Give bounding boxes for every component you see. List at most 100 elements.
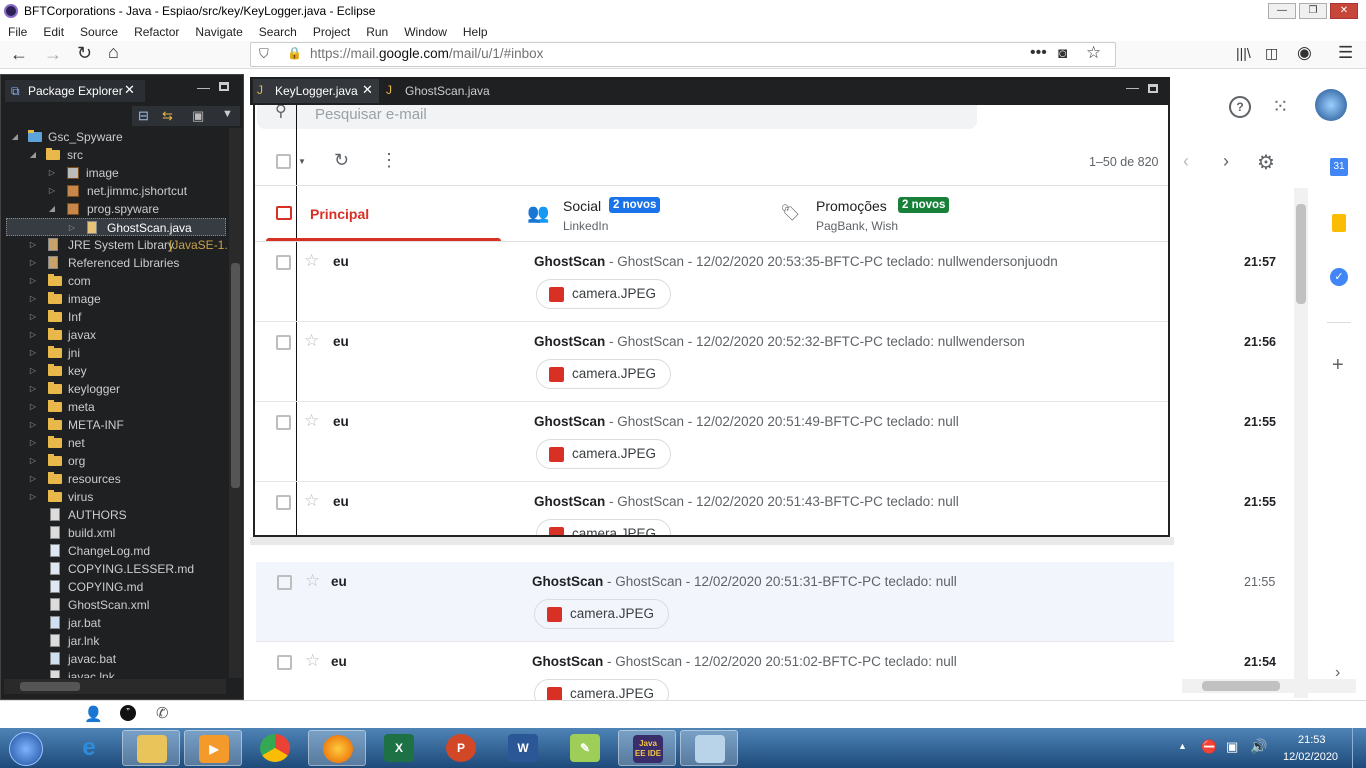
tree-item-prog-spyware[interactable]: ◢ prog.spyware — [47, 200, 227, 218]
chevron-left-icon[interactable]: ‹ — [1183, 151, 1189, 172]
refresh-icon[interactable]: ↻ — [334, 150, 349, 171]
tree-item-org[interactable]: ▷ org — [28, 452, 228, 470]
menu-edit[interactable]: Edit — [35, 25, 72, 39]
tasks-icon[interactable]: ✓ — [1330, 268, 1348, 286]
tab-keylogger-java[interactable]: J KeyLogger.java ✕ — [253, 79, 379, 103]
tree-item-changelog[interactable]: ChangeLog.md — [48, 542, 228, 560]
explorer-vertical-scrollbar[interactable] — [229, 128, 242, 678]
star-icon[interactable]: ☆ — [305, 651, 320, 671]
attachment-chip[interactable]: camera.JPEG — [534, 599, 669, 629]
explorer-horizontal-scrollbar[interactable] — [4, 679, 226, 694]
view-menu-icon[interactable]: ▼ — [222, 108, 233, 120]
search-box[interactable]: ⚲ Pesquisar e-mail — [257, 105, 977, 129]
taskbar-powerpoint[interactable]: P — [432, 730, 490, 766]
email-row[interactable]: ☆ eu GhostScan - GhostScan - 12/02/2020 … — [255, 242, 1168, 322]
apps-grid-icon[interactable]: ⁙ — [1272, 94, 1289, 119]
tree-item-meta[interactable]: ▷ meta — [28, 398, 228, 416]
show-desktop-button[interactable] — [1352, 728, 1366, 768]
taskbar-chrome[interactable] — [246, 730, 304, 766]
sidebar-icon[interactable]: ◫ — [1265, 45, 1278, 62]
tab-ghostscan-java[interactable]: J GhostScan.java — [382, 79, 492, 103]
account-icon[interactable]: ◉ — [1297, 43, 1312, 63]
scrollbar-thumb[interactable] — [1202, 681, 1280, 691]
tray-icon-1[interactable]: ⛔ — [1201, 739, 1217, 755]
scrollbar-thumb[interactable] — [20, 682, 80, 691]
library-icon[interactable]: |||\ — [1236, 45, 1251, 61]
taskbar-app[interactable] — [680, 730, 738, 766]
email-checkbox[interactable] — [277, 655, 292, 670]
chevron-down-icon[interactable]: ▼ — [298, 157, 306, 166]
taskbar-excel[interactable]: X — [370, 730, 428, 766]
minimize-editor-icon[interactable]: — — [1126, 80, 1139, 95]
tree-item-src[interactable]: ◢ src — [28, 146, 228, 164]
tree-item-jni[interactable]: ▷ jni — [28, 344, 228, 362]
taskbar-word[interactable]: W — [494, 730, 552, 766]
search-icon[interactable]: ⚲ — [275, 105, 287, 121]
star-icon[interactable]: ☆ — [305, 571, 320, 591]
gmail-vertical-scrollbar[interactable] — [1294, 188, 1308, 698]
attachment-chip[interactable]: camera.JPEG — [534, 679, 669, 700]
scrollbar-thumb[interactable] — [1296, 204, 1306, 304]
email-row[interactable]: ☆ eu GhostScan - GhostScan - 12/02/2020 … — [255, 482, 1168, 535]
tree-item-meta-inf[interactable]: ▷ META-INF — [28, 416, 228, 434]
taskbar-firefox[interactable] — [308, 730, 366, 766]
volume-icon[interactable]: 🔊 — [1250, 738, 1267, 755]
start-button[interactable] — [2, 730, 50, 766]
menu-window[interactable]: Window — [396, 25, 455, 39]
hamburger-menu-icon[interactable]: ☰ — [1338, 43, 1353, 63]
attachment-chip[interactable]: camera.JPEG — [536, 279, 671, 309]
help-icon[interactable]: ? — [1229, 96, 1251, 118]
link-editor-icon[interactable]: ⇆ — [162, 108, 173, 124]
attachment-chip[interactable]: camera.JPEG — [536, 439, 671, 469]
email-row[interactable]: ☆ eu GhostScan - GhostScan - 12/02/2020 … — [255, 322, 1168, 402]
menu-navigate[interactable]: Navigate — [187, 25, 250, 39]
tab-principal[interactable]: Principal — [266, 186, 501, 241]
tree-item-virus[interactable]: ▷ virus — [28, 488, 228, 506]
tree-item-image-pkg[interactable]: ▷ image — [47, 164, 227, 182]
maximize-view-icon[interactable] — [219, 82, 229, 91]
taskbar-media[interactable]: ▶ — [184, 730, 242, 766]
tree-item-authors[interactable]: AUTHORS — [48, 506, 228, 524]
tree-item-jar-lnk[interactable]: jar.lnk — [48, 632, 228, 650]
attachment-chip[interactable]: camera.JPEG — [536, 359, 671, 389]
tree-item-javac-lnk[interactable]: javac.lnk — [48, 668, 228, 678]
package-explorer-tab[interactable]: ⧉ Package Explorer ✕ — [5, 80, 145, 102]
tree-item-javax[interactable]: ▷ javax — [28, 326, 228, 344]
close-tab-icon[interactable]: ✕ — [124, 82, 135, 98]
pocket-icon[interactable]: ◙ — [1058, 45, 1067, 62]
user-avatar[interactable] — [1315, 89, 1347, 121]
tree-item-net[interactable]: ▷ net — [28, 434, 228, 452]
tree-item-jshortcut[interactable]: ▷ net.jimmc.jshortcut — [47, 182, 227, 200]
calendar-icon[interactable]: 31 — [1330, 158, 1348, 176]
menu-source[interactable]: Source — [72, 25, 126, 39]
page-actions-icon[interactable]: ••• — [1030, 44, 1047, 62]
email-row[interactable]: ☆ eu GhostScan - GhostScan - 12/02/2020 … — [256, 642, 1174, 700]
menu-project[interactable]: Project — [305, 25, 358, 39]
tree-item-jre[interactable]: ▷ JRE System Library [JavaSE-1.8 — [28, 236, 228, 254]
tree-item-ghostscan-java[interactable]: ▷ GhostScan.java — [6, 218, 226, 236]
tree-item-project[interactable]: ◢ Gsc_Spyware — [10, 128, 228, 146]
email-row[interactable]: ☆ eu GhostScan - GhostScan - 12/02/2020 … — [255, 402, 1168, 482]
tree-item-referenced-libraries[interactable]: ▷ Referenced Libraries — [28, 254, 228, 272]
tree-item-build-xml[interactable]: build.xml — [48, 524, 228, 542]
email-row[interactable]: ☆ eu GhostScan - GhostScan - 12/02/2020 … — [256, 562, 1174, 642]
close-window-button[interactable]: ✕ — [1330, 3, 1358, 19]
scrollbar-thumb[interactable] — [231, 263, 240, 488]
tree-item-javac-bat[interactable]: javac.bat — [48, 650, 228, 668]
tab-social[interactable]: 👥 Social 2 novos LinkedIn — [525, 186, 765, 241]
more-vert-icon[interactable]: ⋮ — [380, 150, 398, 171]
taskbar-ie[interactable]: e — [60, 730, 118, 766]
star-icon[interactable]: ☆ — [304, 251, 319, 271]
forward-arrow-icon[interactable]: → — [44, 44, 62, 65]
tree-item-copying-lesser[interactable]: COPYING.LESSER.md — [48, 560, 228, 578]
star-icon[interactable]: ☆ — [304, 411, 319, 431]
person-icon[interactable]: 👤 — [84, 705, 103, 723]
settings-gear-icon[interactable]: ⚙ — [1257, 150, 1275, 175]
home-icon[interactable]: ⌂ — [108, 42, 119, 63]
email-checkbox[interactable] — [276, 255, 291, 270]
select-all-checkbox[interactable] — [276, 154, 291, 169]
tree-item-key[interactable]: ▷ key — [28, 362, 228, 380]
add-addon-icon[interactable]: + — [1332, 354, 1344, 377]
phone-icon[interactable]: ✆ — [156, 704, 169, 722]
email-checkbox[interactable] — [276, 415, 291, 430]
